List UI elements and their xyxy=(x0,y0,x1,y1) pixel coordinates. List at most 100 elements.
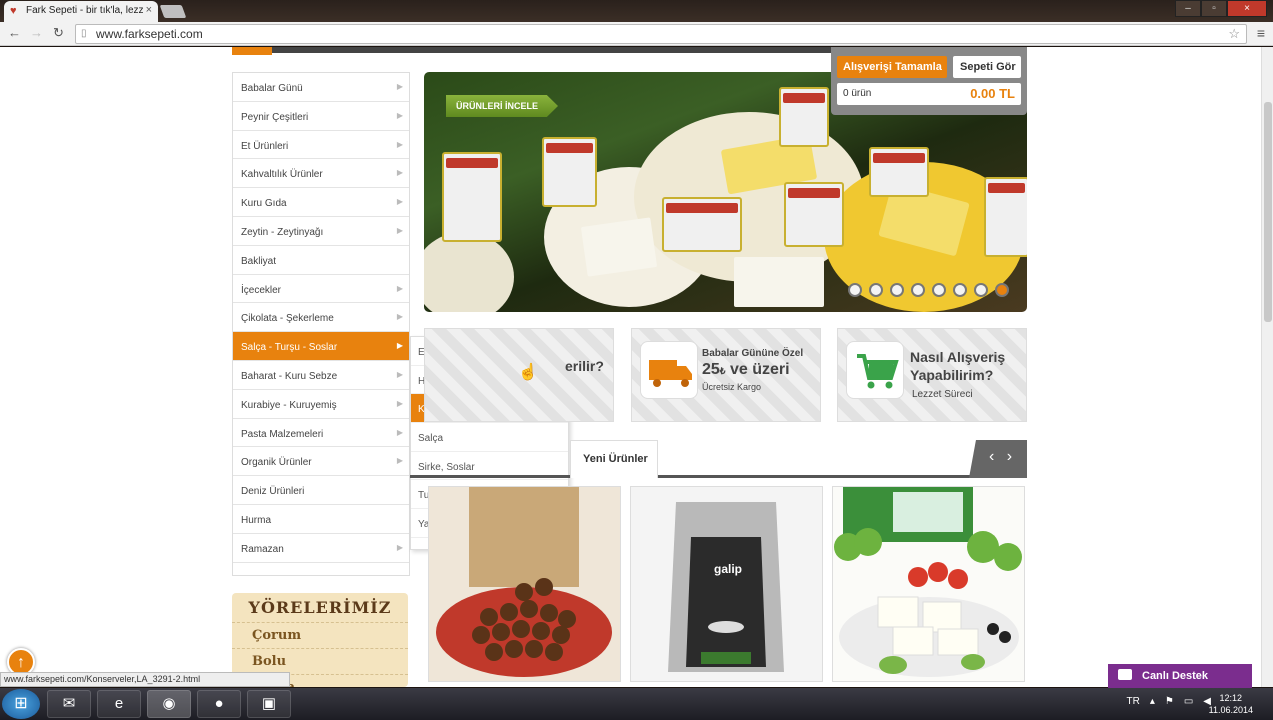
sidebar-item[interactable]: Organik Ürünler ▶ xyxy=(233,447,409,477)
sidebar-item[interactable]: Zeytin - Zeytinyağı ▶ xyxy=(233,217,409,246)
slider-dot[interactable] xyxy=(890,283,904,297)
address-bar[interactable]: ▯ www.farksepeti.com ☆ xyxy=(75,24,1247,44)
slider-dot[interactable] xyxy=(974,283,988,297)
sidebar-item[interactable]: Deniz Ürünleri xyxy=(233,476,409,505)
cart-summary: 0 ürün 0.00 TL xyxy=(837,83,1021,105)
sidebar-item[interactable]: Hurma xyxy=(233,505,409,534)
close-window-icon[interactable]: × xyxy=(1227,0,1267,17)
header-accent xyxy=(232,47,272,55)
sidebar-item-label: Deniz Ürünleri xyxy=(241,486,305,498)
bookmark-star-icon[interactable]: ☆ xyxy=(1228,26,1240,42)
browser-menu-icon[interactable]: ≡ xyxy=(1257,25,1265,41)
browser-tab[interactable]: ♥ Fark Sepeti - bir tık'la, lezz × xyxy=(4,1,158,22)
close-tab-icon[interactable]: × xyxy=(146,4,152,16)
product-card[interactable]: galip xyxy=(630,486,823,682)
cheese-package-image xyxy=(779,87,829,147)
sidebar-item-label: Babalar Günü xyxy=(241,83,303,94)
sidebar-item[interactable]: Peynir Çeşitleri ▶ xyxy=(233,102,409,131)
header-bar xyxy=(272,47,832,53)
info-line2: Yapabilirim? xyxy=(910,367,994,383)
info-box-how-to-shop[interactable]: Nasıl Alışveriş Yapabilirim? Lezzet Süre… xyxy=(837,328,1027,422)
tab-new-products[interactable]: Yeni Ürünler xyxy=(570,440,658,478)
chevron-up-icon[interactable]: ▴ xyxy=(1150,696,1155,707)
chevron-right-icon: ▶ xyxy=(396,456,403,466)
window-controls: – ▫ × xyxy=(1175,0,1267,17)
shopping-cart-icon xyxy=(857,354,899,389)
slider-dot[interactable] xyxy=(932,283,946,297)
scrollbar-thumb[interactable] xyxy=(1264,102,1272,322)
page-icon: ▯ xyxy=(81,28,87,39)
sidebar-item-label: Peynir Çeşitleri xyxy=(241,111,309,123)
product-card[interactable] xyxy=(832,486,1025,682)
view-products-button[interactable]: ÜRÜNLERİ İNCELE xyxy=(446,95,558,117)
sidebar-item-label: Organik Ürünler xyxy=(241,457,312,469)
back-icon[interactable]: ← xyxy=(8,25,21,40)
clock-date: 11.06.2014 xyxy=(1208,705,1253,715)
sidebar-item-label: Zeytin - Zeytinyağı xyxy=(241,226,324,238)
info-line3: Lezzet Süreci xyxy=(912,389,973,400)
product-tabs: Yeni Ürünler ‹ › xyxy=(410,440,1027,478)
white-cheese-image xyxy=(734,257,824,307)
cart-total: 0.00 TL xyxy=(970,86,1015,101)
internet-explorer-icon[interactable]: e xyxy=(97,690,141,718)
cart-count: 0 ürün xyxy=(843,88,872,99)
checkout-button[interactable]: Alışverişi Tamamla xyxy=(837,56,947,78)
reload-icon[interactable]: ↻ xyxy=(53,25,64,41)
firefox-icon[interactable]: ● xyxy=(197,690,241,718)
chevron-right-icon: ▶ xyxy=(396,283,403,293)
live-support-button[interactable]: Canlı Destek xyxy=(1108,664,1252,688)
view-cart-button[interactable]: Sepeti Gör xyxy=(953,56,1021,78)
slider-dot[interactable] xyxy=(911,283,925,297)
sidebar-item[interactable]: Babalar Günü ▶ xyxy=(233,73,409,102)
language-indicator[interactable]: TR xyxy=(1127,696,1140,707)
info-box-free-shipping[interactable]: Babalar Gününe Özel 25₺ ve üzeri Ücretsi… xyxy=(631,328,821,422)
cheese-package-image xyxy=(869,147,929,197)
new-tab-button[interactable] xyxy=(159,5,187,18)
sidebar-item[interactable]: Kuru Gıda ▶ xyxy=(233,188,409,217)
slider-dot[interactable] xyxy=(869,283,883,297)
forward-icon[interactable]: → xyxy=(30,25,43,40)
info-title: erilir? xyxy=(565,358,604,374)
slider-dot[interactable] xyxy=(995,283,1009,297)
chrome-icon[interactable]: ◉ xyxy=(147,690,191,718)
chevron-right-icon: ▶ xyxy=(396,110,403,120)
chevron-right-icon: ▶ xyxy=(396,168,403,178)
sidebar-item[interactable]: Et Ürünleri ▶ xyxy=(233,131,409,160)
chevron-right-icon: ▶ xyxy=(396,398,403,408)
info-line2-amount: 25₺ ve üzeri xyxy=(702,361,790,379)
sidebar-item[interactable]: İçecekler ▶ xyxy=(233,275,409,304)
info-line3: Ücretsiz Kargo xyxy=(702,382,762,392)
sidebar-item[interactable]: Ramazan ▶ xyxy=(233,534,409,563)
sidebar-item[interactable]: Baharat - Kuru Sebze ▶ xyxy=(233,361,409,390)
slider-dot[interactable] xyxy=(953,283,967,297)
app-icon[interactable]: ▣ xyxy=(247,690,291,718)
carousel-arrows[interactable]: ‹ › xyxy=(969,440,1027,478)
maximize-icon[interactable]: ▫ xyxy=(1201,0,1227,17)
white-cheese-image xyxy=(580,217,658,277)
sidebar-item[interactable]: Bakliyat xyxy=(233,246,409,275)
cheese-package-image xyxy=(662,197,742,252)
region-link[interactable]: Çorum xyxy=(232,622,408,643)
network-icon[interactable]: ▭ xyxy=(1184,696,1193,707)
chocolate-product-image xyxy=(429,487,620,681)
cart-icon-box xyxy=(846,341,904,399)
minimize-icon[interactable]: – xyxy=(1175,0,1201,17)
sidebar-item[interactable]: Salça - Turşu - Soslar ▶ xyxy=(233,332,409,361)
slider-dot[interactable] xyxy=(848,283,862,297)
sidebar-item[interactable]: Kurabiye - Kuruyemiş ▶ xyxy=(233,390,409,419)
page-scrollbar[interactable] xyxy=(1261,47,1273,687)
system-clock[interactable]: 12:12 11.06.2014 xyxy=(1209,692,1253,716)
sidebar-item[interactable]: Kahvaltılık Ürünler ▶ xyxy=(233,159,409,189)
start-button[interactable]: ⊞ xyxy=(2,689,40,719)
sidebar-item[interactable]: Pasta Malzemeleri ▶ xyxy=(233,419,409,448)
sidebar-item-label: Et Ürünleri xyxy=(241,140,289,152)
tab-title: Fark Sepeti - bir tık'la, lezz xyxy=(26,5,144,16)
product-card[interactable] xyxy=(428,486,621,682)
region-link[interactable]: Bolu xyxy=(232,648,408,669)
sidebar-item[interactable]: Çikolata - Şekerleme ▶ xyxy=(233,303,409,333)
sidebar-item-label: Çikolata - Şekerleme xyxy=(241,313,334,325)
outlook-icon[interactable]: ✉ xyxy=(47,690,91,718)
cheese-package-image xyxy=(542,137,597,207)
flag-icon[interactable]: ⚑ xyxy=(1165,696,1174,707)
sidebar-item-label: Salça - Turşu - Soslar xyxy=(241,342,338,354)
